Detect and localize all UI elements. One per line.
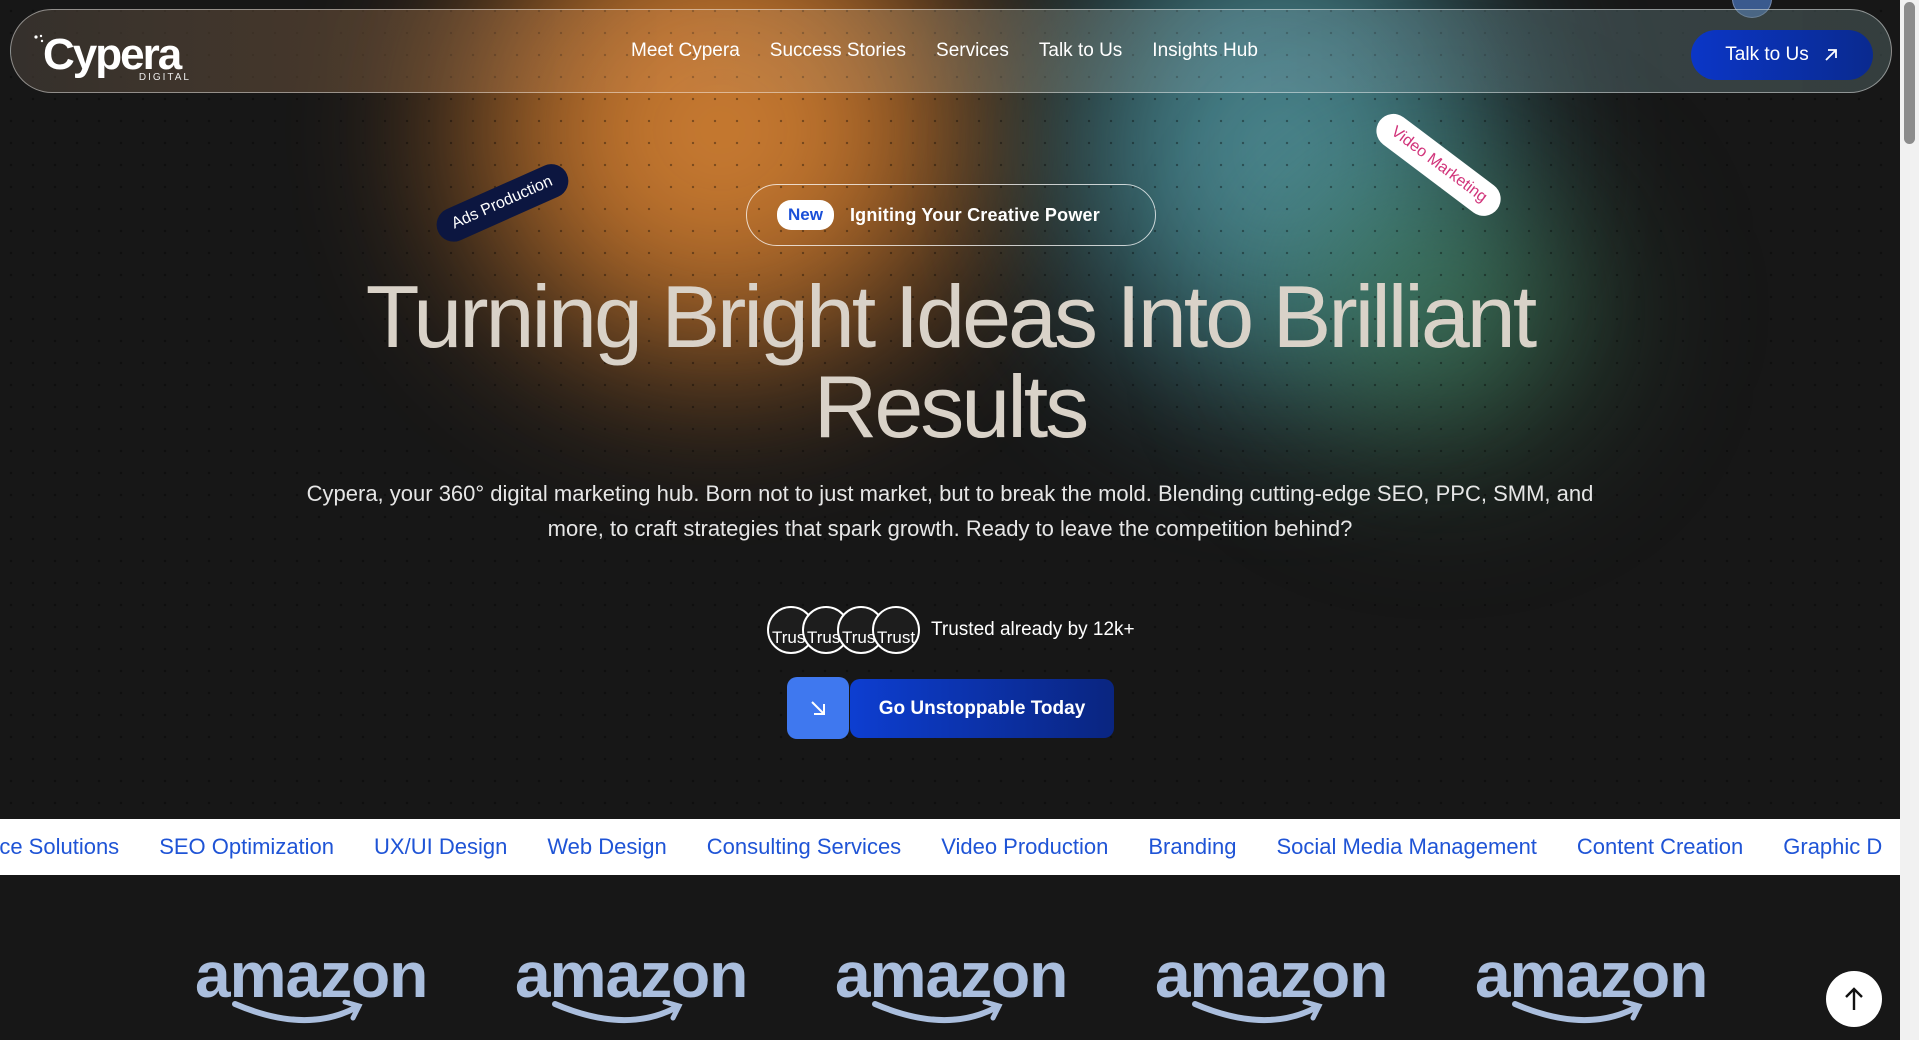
marquee-item: Graphic D [1783,834,1883,859]
nav-links: Meet Cypera Success Stories Services Tal… [631,40,1258,62]
cta-arrow-button[interactable] [787,677,849,739]
amazon-logo: amazon [835,939,1068,1026]
marquee-item: Branding [1148,834,1237,859]
nav-meet-cypera[interactable]: Meet Cypera [631,40,740,62]
page-scrollbar[interactable] [1900,0,1919,1040]
hero-title: Turning Bright Ideas Into Brilliant Resu… [365,267,1537,456]
nav-services[interactable]: Services [936,40,1009,62]
marquee-track: rce Solutions SEO Optimization UX/UI Des… [0,819,1882,875]
marquee-item: rce Solutions [0,834,120,859]
scrollbar-thumb[interactable] [1904,2,1915,144]
badge-text: Igniting Your Creative Power [849,204,1100,225]
arrow-down-right-icon [811,701,825,715]
amazon-logo: amazon [195,939,428,1026]
arrow-up-right-icon [1825,49,1837,61]
smile-arrow-icon [552,999,683,1023]
marquee-item: Content Creation [1576,834,1744,859]
avatar: Trust [872,606,920,654]
client-logos: amazon amazon amazon amazon amazon [195,939,1708,1026]
trust-text: Trusted already by 12k+ [931,619,1135,640]
hero-badge: New Igniting Your Creative Power [746,184,1156,246]
marquee-item: Consulting Services [706,834,902,859]
logo[interactable]: Cypera DIGITAL [33,30,193,83]
page: Cypera DIGITAL Meet Cypera Success Stori… [0,0,1919,1040]
talk-to-us-label: Talk to Us [1725,44,1809,65]
nav-insights-hub[interactable]: Insights Hub [1152,40,1258,62]
smile-arrow-icon [232,999,363,1023]
marquee-item: Social Media Management [1276,834,1537,859]
amazon-logo: amazon [1155,939,1388,1026]
talk-to-us-button[interactable]: Talk to Us [1691,30,1873,80]
marquee-item: SEO Optimization [159,834,335,859]
smile-arrow-icon [872,999,1003,1023]
logo-tagline: DIGITAL [138,72,191,83]
new-badge: New [777,200,834,230]
marquee-item: Web Design [547,834,667,859]
marquee-item: Video Production [941,834,1109,859]
services-marquee: rce Solutions SEO Optimization UX/UI Des… [0,819,1900,875]
arrow-up-icon [1845,987,1863,1010]
trust-row: Trust Trust Trust Trust Trusted already … [767,606,1135,654]
marquee-item: UX/UI Design [374,834,508,859]
smile-arrow-icon [1512,999,1643,1023]
smile-arrow-icon [1192,999,1323,1023]
hero-subtitle: Cypera, your 360° digital marketing hub.… [306,481,1594,541]
back-to-top-button[interactable] [1826,971,1882,1027]
navbar: Cypera DIGITAL Meet Cypera Success Stori… [10,9,1892,93]
amazon-logo: amazon [515,939,748,1026]
nav-talk-to-us[interactable]: Talk to Us [1039,40,1122,62]
nav-success-stories[interactable]: Success Stories [770,40,906,62]
amazon-logo: amazon [1475,939,1708,1026]
go-unstoppable-button[interactable]: Go Unstoppable Today [850,679,1114,738]
